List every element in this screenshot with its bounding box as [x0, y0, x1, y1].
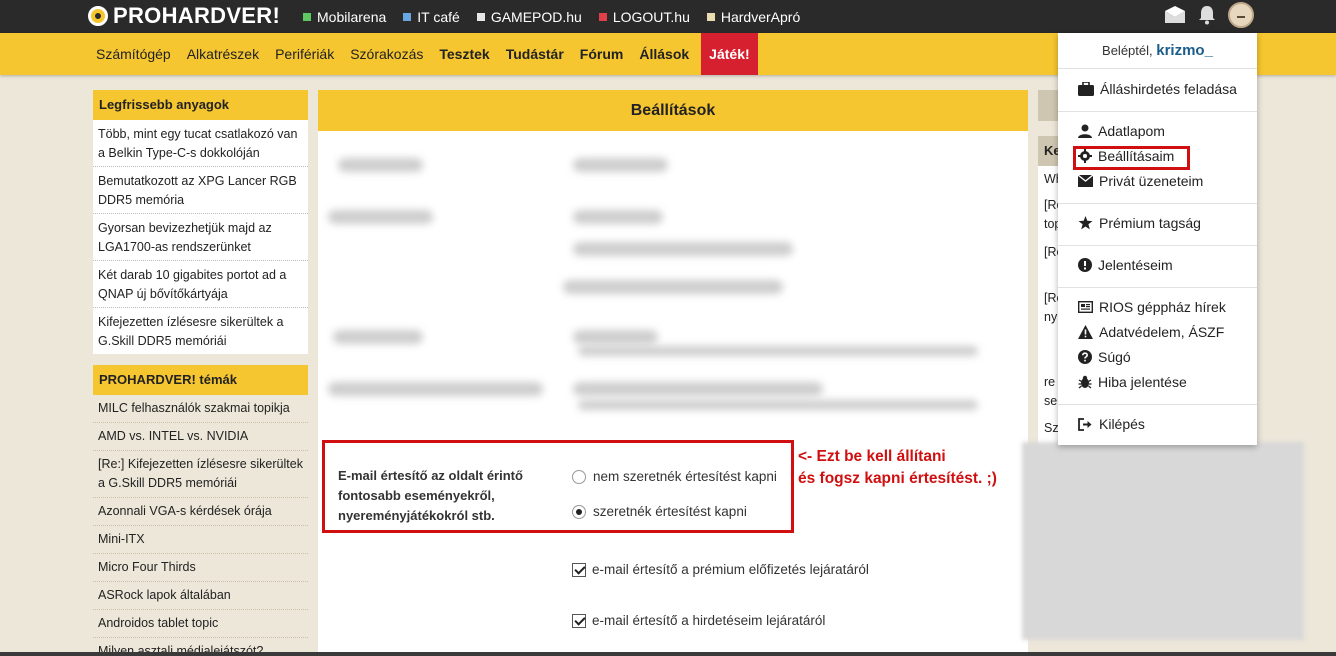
settings-highlight-box — [1073, 146, 1190, 170]
menu-item-reports[interactable]: Jelentéseim — [1078, 257, 1173, 273]
nav-periferiak[interactable]: Perifériák — [267, 33, 342, 75]
network-sites: Mobilarena IT café GAMEPOD.hu LOGOUT.hu … — [303, 0, 817, 33]
nav-tudastar[interactable]: Tudástár — [498, 33, 572, 75]
question-circle-icon — [1078, 350, 1092, 364]
site-link-itcafe[interactable]: IT café — [403, 9, 460, 25]
topic-link[interactable]: Micro Four Thirds — [93, 554, 308, 582]
bottom-scrollbar[interactable] — [0, 652, 1336, 656]
redacted-text — [328, 210, 433, 224]
menu-divider — [1058, 287, 1257, 288]
bug-icon — [1078, 375, 1092, 389]
exclamation-circle-icon — [1078, 258, 1092, 272]
nav-szamitogep[interactable]: Számítógép — [88, 33, 179, 75]
topic-link[interactable]: [Re:] Kifejezetten ízlésesre sikerültek … — [93, 451, 308, 498]
right-line[interactable]: ny — [1044, 310, 1057, 324]
article-link[interactable]: Kifejezetten ízlésesre sikerültek a G.Sk… — [93, 308, 308, 354]
warning-icon — [1078, 325, 1093, 339]
menu-divider — [1058, 111, 1257, 112]
redacted-text — [578, 346, 978, 356]
nav-tesztek[interactable]: Tesztek — [431, 33, 497, 75]
article-link[interactable]: Több, mint egy tucat csatlakozó van a Be… — [93, 120, 308, 167]
menu-item-messages[interactable]: Privát üzeneteim — [1078, 173, 1203, 189]
article-link[interactable]: Bemutatkozott az XPG Lancer RGB DDR5 mem… — [93, 167, 308, 214]
right-line[interactable]: re — [1044, 375, 1055, 389]
username[interactable]: krizmo_ — [1156, 42, 1213, 59]
menu-item-rios[interactable]: RIOS géppház hírek — [1078, 299, 1226, 315]
site-square-icon — [403, 12, 412, 21]
right-line[interactable]: Sz — [1044, 421, 1059, 435]
nav-forum[interactable]: Fórum — [572, 33, 632, 75]
user-icon — [1078, 124, 1092, 138]
user-tools — [1152, 2, 1254, 28]
site-square-icon — [706, 12, 715, 21]
site-link-mobilarena[interactable]: Mobilarena — [303, 9, 386, 25]
star-icon — [1078, 216, 1093, 230]
site-logo[interactable]: PROHARDVER! — [88, 3, 281, 28]
redacted-panel — [1022, 442, 1304, 640]
highlight-box — [322, 440, 794, 533]
site-square-icon — [303, 12, 311, 21]
redacted-text — [573, 330, 658, 344]
envelope-icon — [1078, 175, 1093, 187]
menu-item-logout[interactable]: Kilépés — [1078, 416, 1145, 432]
topic-link[interactable]: Androidos tablet topic — [93, 610, 308, 638]
menu-item-privacy[interactable]: Adatvédelem, ÁSZF — [1078, 324, 1224, 340]
site-link-hardverapro[interactable]: HardverApró — [706, 9, 800, 25]
redacted-text — [573, 382, 823, 396]
topic-link[interactable]: Azonnali VGA-s kérdések órája — [93, 498, 308, 526]
right-line[interactable]: se — [1044, 394, 1057, 408]
settings-title: Beállítások — [318, 90, 1028, 131]
site-square-icon — [598, 12, 607, 21]
menu-divider — [1058, 245, 1257, 246]
redacted-text — [333, 330, 423, 344]
redacted-text — [573, 242, 793, 256]
topic-link[interactable]: AMD vs. INTEL vs. NVIDIA — [93, 423, 308, 451]
sign-out-icon — [1078, 417, 1092, 431]
logo-icon — [88, 6, 108, 26]
top-bar: PROHARDVER! Mobilarena IT café GAMEPOD.h… — [0, 0, 1336, 33]
site-link-logout[interactable]: LOGOUT.hu — [598, 9, 690, 25]
menu-item-jobpost[interactable]: Álláshirdetés feladása — [1078, 81, 1237, 97]
latest-articles-box: Legfrissebb anyagok Több, mint egy tucat… — [93, 90, 308, 354]
envelope-icon[interactable] — [1164, 6, 1186, 24]
topics-title: PROHARDVER! témák — [93, 365, 308, 395]
redacted-text — [573, 210, 663, 224]
user-dropdown-menu: Beléptél, krizmo_ Álláshirdetés feladása… — [1058, 33, 1257, 445]
article-link[interactable]: Gyorsan bevizezhetjük majd az LGA1700-as… — [93, 214, 308, 261]
menu-item-profile[interactable]: Adatlapom — [1078, 123, 1165, 139]
menu-divider — [1058, 203, 1257, 204]
bell-icon[interactable] — [1198, 5, 1216, 25]
check-premium-expiry[interactable]: e-mail értesítő a prémium előfizetés lej… — [572, 562, 869, 577]
topic-link[interactable]: Mini-ITX — [93, 526, 308, 554]
topics-box: PROHARDVER! témák MILC felhasználók szak… — [93, 365, 308, 656]
topic-link[interactable]: MILC felhasználók szakmai topikja — [93, 395, 308, 423]
redacted-text — [338, 158, 423, 172]
check-ads-expiry[interactable]: e-mail értesítő a hirdetéseim lejáratáró… — [572, 613, 825, 628]
latest-articles-title: Legfrissebb anyagok — [93, 90, 308, 120]
nav-allasok[interactable]: Állások — [631, 33, 697, 75]
site-link-gamepod[interactable]: GAMEPOD.hu — [476, 9, 582, 25]
menu-divider — [1058, 404, 1257, 405]
checkbox-checked[interactable] — [572, 613, 586, 628]
article-link[interactable]: Két darab 10 gigabites portot ad a QNAP … — [93, 261, 308, 308]
menu-item-help[interactable]: Súgó — [1078, 349, 1131, 365]
nav-szorakozas[interactable]: Szórakozás — [342, 33, 431, 75]
site-square-icon — [476, 12, 485, 21]
logo-text: PROHARDVER! — [113, 3, 281, 28]
menu-item-premium[interactable]: Prémium tagság — [1078, 215, 1201, 231]
annotation-text: <- Ezt be kell állítani és fogsz kapni é… — [798, 448, 997, 487]
redacted-text — [573, 158, 668, 172]
briefcase-icon — [1078, 82, 1094, 96]
logged-in-user: Beléptél, krizmo_ — [1058, 33, 1257, 69]
menu-item-bug[interactable]: Hiba jelentése — [1078, 374, 1187, 390]
topic-link[interactable]: ASRock lapok általában — [93, 582, 308, 610]
newspaper-icon — [1078, 301, 1093, 313]
redacted-text — [563, 280, 783, 294]
redacted-text — [328, 382, 543, 396]
nav-alkatreszek[interactable]: Alkatrészek — [179, 33, 267, 75]
user-avatar[interactable] — [1228, 2, 1254, 28]
checkbox-checked[interactable] — [572, 562, 586, 577]
nav-jatek[interactable]: Játék! — [701, 33, 758, 75]
redacted-text — [578, 400, 978, 410]
